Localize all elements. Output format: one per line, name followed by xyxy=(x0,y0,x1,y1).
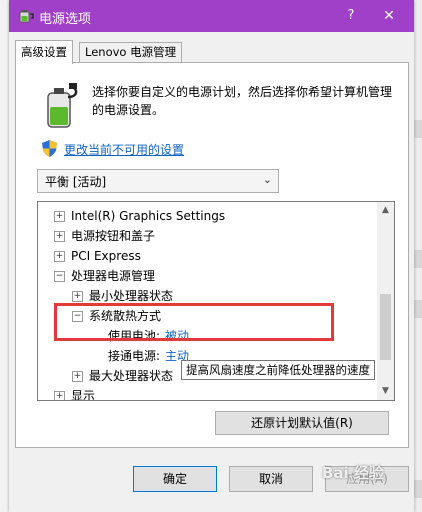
tab-lenovo-power-management[interactable]: Lenovo 电源管理 xyxy=(79,42,183,62)
tree-item-power-buttons-lid[interactable]: + 电源按钮和盖子 xyxy=(38,226,368,246)
ok-button[interactable]: 确定 xyxy=(133,466,217,492)
watermark: Bai 经验 xyxy=(322,464,384,482)
background-chip xyxy=(414,480,422,498)
collapse-icon[interactable]: − xyxy=(54,271,65,282)
tree-item-label: PCI Express xyxy=(71,249,141,263)
power-plan-dropdown[interactable]: 平衡 [活动] ⌄ xyxy=(37,169,279,193)
power-plan-value: 平衡 [活动] xyxy=(45,175,107,189)
restore-plan-defaults-button[interactable]: 还原计划默认值(R) xyxy=(215,411,389,435)
scroll-up-arrow-icon[interactable]: ▲ xyxy=(377,202,394,219)
expand-icon[interactable]: + xyxy=(54,231,65,242)
expand-icon[interactable]: + xyxy=(72,291,83,302)
expand-icon[interactable]: + xyxy=(54,251,65,262)
tree-scrollbar[interactable]: ▲ ▼ xyxy=(377,202,394,400)
change-unavailable-settings-link[interactable]: 更改当前不可用的设置 xyxy=(64,141,184,158)
background-window-right xyxy=(414,0,422,512)
expand-icon[interactable]: + xyxy=(54,211,65,222)
battery-plug-icon xyxy=(47,83,78,128)
tree-item-label: 电源按钮和盖子 xyxy=(71,229,156,243)
tooltip: 提高风扇速度之前降低处理器的速度 xyxy=(181,360,375,380)
background-chip xyxy=(414,250,422,268)
expand-icon[interactable]: + xyxy=(72,371,83,382)
close-button[interactable]: ✕ xyxy=(378,4,400,28)
uac-shield-icon xyxy=(42,140,57,157)
tree-item-label: 接通电源: xyxy=(108,349,161,363)
expand-icon[interactable]: + xyxy=(54,391,65,400)
window-title: 电源选项 xyxy=(39,12,92,27)
scroll-thumb[interactable] xyxy=(380,294,391,360)
background-window-left xyxy=(0,0,9,512)
tab-advanced-settings[interactable]: 高级设置 xyxy=(15,40,73,64)
tree-item-label: 显示 xyxy=(71,389,96,401)
tree-item-label: Intel(R) Graphics Settings xyxy=(71,209,226,223)
background-chip xyxy=(414,300,422,318)
highlight-annotation-box xyxy=(54,303,334,341)
help-button[interactable]: ? xyxy=(340,4,362,28)
cancel-button[interactable]: 取消 xyxy=(229,466,313,492)
tree-item-label: 处理器电源管理 xyxy=(71,269,156,283)
chevron-down-icon: ⌄ xyxy=(262,173,272,186)
tree-item-intel-graphics[interactable]: + Intel(R) Graphics Settings xyxy=(38,206,368,226)
tree-item-display[interactable]: + 显示 xyxy=(38,386,368,401)
tree-item-pci-express[interactable]: + PCI Express xyxy=(38,246,368,266)
title-bar[interactable]: 电源选项 ? ✕ xyxy=(9,0,414,32)
tree-item-label: 最大处理器状态 xyxy=(89,369,174,383)
power-options-dialog: 电源选项 ? ✕ 高级设置 Lenovo 电源管理 选择你要自定义的电源计划，然… xyxy=(9,0,414,512)
scroll-down-arrow-icon[interactable]: ▼ xyxy=(377,383,394,400)
power-options-icon xyxy=(19,10,34,23)
tree-item-processor-power-management[interactable]: − 处理器电源管理 xyxy=(38,266,368,286)
intro-text: 选择你要自定义的电源计划，然后选择你希望计算机管理的电源设置。 xyxy=(92,85,393,117)
background-chip xyxy=(414,120,422,138)
settings-panel: 选择你要自定义的电源计划，然后选择你希望计算机管理的电源设置。 更改当前不可用的… xyxy=(15,62,409,448)
